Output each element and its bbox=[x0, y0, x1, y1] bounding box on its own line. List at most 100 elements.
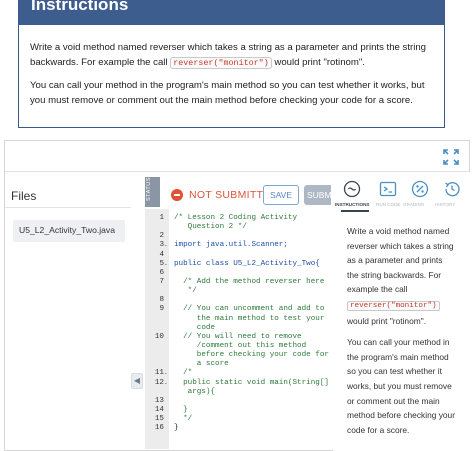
sidebar-paragraph-2: You can call your method in the program'… bbox=[347, 337, 456, 435]
instructions-paragraph-2: You can call your method in the program'… bbox=[30, 80, 425, 106]
instructions-title: Instructions bbox=[31, 0, 129, 14]
tab-grading[interactable]: GRADING bbox=[403, 202, 424, 207]
file-item[interactable]: U5_L2_Activity_Two.java bbox=[13, 220, 125, 242]
code-text: } bbox=[174, 424, 179, 433]
line-number: 3 bbox=[159, 241, 164, 250]
line-number: 9 bbox=[159, 305, 164, 314]
line-number: 1 bbox=[159, 214, 164, 222]
code-line: the main method to test your bbox=[145, 315, 331, 324]
code-line: 7 /* Add the method reverser here bbox=[145, 278, 331, 287]
line-number: 5 bbox=[159, 259, 164, 268]
code-text: // You can uncomment and add to bbox=[174, 305, 325, 314]
sidebar-paragraph-1: Write a void method named reverser which… bbox=[347, 224, 455, 328]
code-text: /* Add the method reverser here bbox=[174, 277, 325, 286]
line-number: 15 bbox=[154, 415, 164, 424]
inline-code: reverser("monitor") bbox=[170, 56, 272, 69]
code-line: 15 */ bbox=[145, 415, 331, 424]
line-number: 16 bbox=[154, 424, 164, 433]
terminal-icon[interactable] bbox=[379, 180, 397, 198]
code-line: 5- public class U5_L2_Activity_Two{ bbox=[145, 260, 331, 269]
submit-button[interactable]: SUBM bbox=[304, 185, 331, 205]
instructions-sidebar: INSTRUCTIONS RUN CODE GRADING HISTORY Wr… bbox=[333, 172, 470, 451]
line-number: 10 bbox=[154, 332, 164, 341]
divider bbox=[5, 207, 131, 208]
tab-instructions[interactable]: INSTRUCTIONS bbox=[335, 202, 369, 207]
active-tab-indicator bbox=[341, 210, 369, 212]
code-line: 9 // You can uncomment and add to bbox=[145, 305, 331, 314]
code-line: 4 bbox=[145, 251, 331, 260]
line-number: 11 bbox=[154, 369, 164, 378]
status-tab-label: STATUS bbox=[146, 177, 152, 201]
sidebar-instructions-text: Write a void method named reverser which… bbox=[347, 224, 455, 444]
line-number: 4 bbox=[159, 250, 164, 259]
tab-run-code[interactable]: RUN CODE bbox=[376, 202, 401, 207]
line-number: 7 bbox=[159, 277, 164, 286]
code-text: import java.util.Scanner; bbox=[174, 241, 288, 250]
code-lines: 1 /* Lesson 2 Coding Activity Question 2 … bbox=[145, 214, 331, 433]
fold-toggle-icon[interactable]: - bbox=[164, 379, 170, 388]
gauge-icon[interactable] bbox=[411, 180, 429, 198]
code-line: before checking your code for bbox=[145, 351, 331, 360]
inline-code: reverser("monitor") bbox=[347, 300, 440, 311]
code-text: /* Lesson 2 Coding Activity bbox=[174, 214, 298, 222]
code-text: a score bbox=[174, 360, 229, 369]
code-line: 3- import java.util.Scanner; bbox=[145, 241, 331, 250]
code-line: 11- /* bbox=[145, 369, 331, 378]
sidebar-text: Write a void method named reverser which… bbox=[347, 226, 454, 295]
code-text: args){ bbox=[174, 387, 216, 396]
history-icon[interactable] bbox=[443, 180, 461, 198]
files-title: Files bbox=[11, 189, 37, 203]
code-line: 14 } bbox=[145, 406, 331, 415]
sidebar-text: would print "rotinom". bbox=[347, 315, 427, 326]
minus-circle-icon bbox=[171, 189, 183, 201]
collapse-sidebar-button[interactable]: ◀ bbox=[131, 373, 143, 389]
save-button[interactable]: SAVE bbox=[263, 185, 299, 205]
question-circle-icon[interactable] bbox=[343, 180, 361, 198]
code-text: } bbox=[174, 405, 188, 414]
code-line: 10 // You will need to remove bbox=[145, 333, 331, 342]
code-text: // You will need to remove bbox=[174, 332, 302, 341]
instructions-paragraph-1: Write a void method named reverser which… bbox=[30, 41, 434, 70]
code-text: code bbox=[174, 323, 216, 332]
code-editor[interactable]: 1 /* Lesson 2 Coding Activity Question 2 … bbox=[145, 209, 331, 449]
instructions-panel: Instructions Write a void method named r… bbox=[0, 0, 474, 135]
code-editor-window: Files U5_L2_Activity_Two.java ◀ STATUS N… bbox=[4, 140, 470, 451]
fold-toggle-icon[interactable]: - bbox=[164, 260, 170, 269]
code-text: Question 2 */ bbox=[174, 223, 247, 232]
code-text: the main method to test your bbox=[174, 314, 325, 323]
expand-icon[interactable] bbox=[443, 149, 459, 165]
fold-toggle-icon[interactable]: - bbox=[164, 241, 170, 250]
line-number: 14 bbox=[154, 405, 164, 414]
instructions-text: would print "rotinom". bbox=[271, 56, 365, 68]
line-number: 2 bbox=[159, 232, 164, 241]
code-text: */ bbox=[174, 287, 197, 296]
code-line: code bbox=[145, 324, 331, 333]
chevron-left-icon: ◀ bbox=[133, 376, 141, 385]
code-line: args){ bbox=[145, 388, 331, 397]
code-line: 12- public static void main(String[] bbox=[145, 379, 331, 388]
code-line: 1 /* Lesson 2 Coding Activity bbox=[145, 214, 331, 223]
line-number: 13 bbox=[154, 396, 164, 405]
status-tab[interactable]: STATUS bbox=[145, 177, 160, 207]
code-line: a score bbox=[145, 360, 331, 369]
code-text: */ bbox=[174, 415, 193, 424]
code-text: public static void main(String[] bbox=[174, 378, 329, 387]
code-text: public class U5_L2_Activity_Two{ bbox=[174, 259, 320, 268]
instructions-body: Write a void method named reverser which… bbox=[30, 41, 434, 117]
code-line: 16} bbox=[145, 424, 331, 433]
fold-toggle-icon[interactable]: - bbox=[164, 369, 170, 378]
instructions-card: Instructions Write a void method named r… bbox=[18, 0, 445, 128]
line-number: 8 bbox=[159, 296, 164, 305]
tab-history[interactable]: HISTORY bbox=[435, 202, 455, 207]
code-text: before checking your code for bbox=[174, 351, 329, 360]
code-line: /comment out this method bbox=[145, 342, 331, 351]
code-line: */ bbox=[145, 287, 331, 296]
code-line: 8 bbox=[145, 296, 331, 305]
code-line: 2 bbox=[145, 232, 331, 241]
code-text: /comment out this method bbox=[174, 341, 307, 350]
line-number: 12 bbox=[154, 378, 164, 387]
line-number: 6 bbox=[159, 268, 164, 277]
instructions-header: Instructions bbox=[19, 0, 444, 25]
code-line: 6 bbox=[145, 269, 331, 278]
code-line: Question 2 */ bbox=[145, 223, 331, 232]
